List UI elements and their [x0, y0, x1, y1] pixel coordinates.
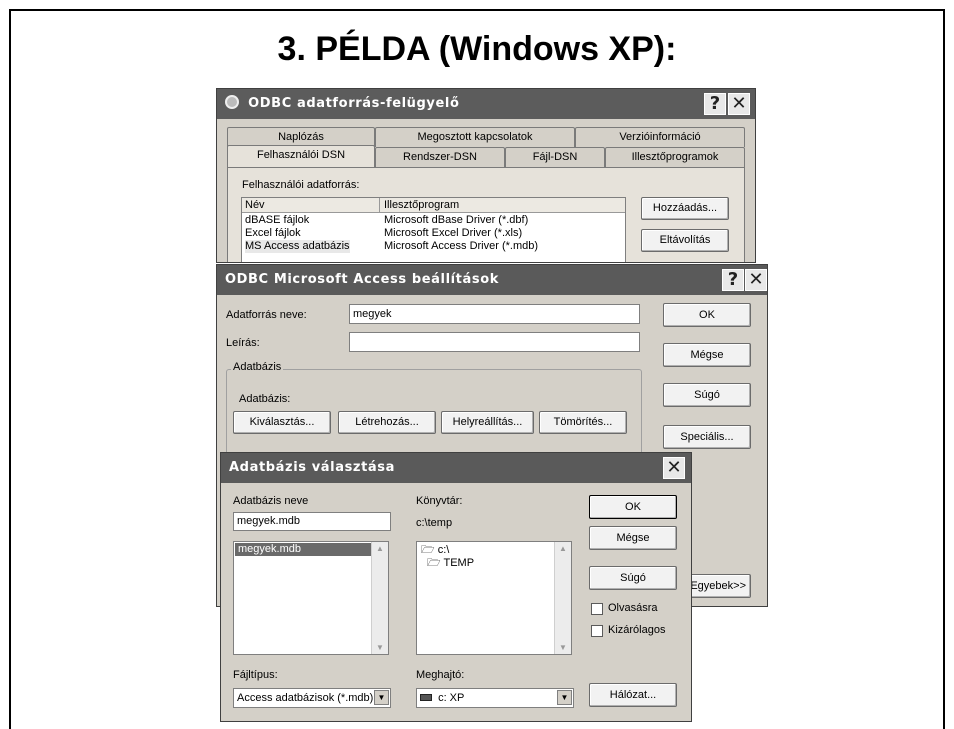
scroll-down-icon[interactable]: ▼ — [376, 643, 384, 652]
db-name-input[interactable]: megyek.mdb — [233, 512, 391, 531]
cancel-button[interactable]: Mégse — [663, 343, 751, 367]
ds-name-input[interactable]: megyek — [349, 304, 640, 324]
tab-felhasznaloi-dsn[interactable]: Felhasználói DSN — [227, 145, 375, 167]
exclusive-checkbox[interactable] — [591, 625, 603, 637]
add-button[interactable]: Hozzáadás... — [641, 197, 729, 220]
slide-title: 3. PÉLDA (Windows XP): — [277, 30, 677, 68]
create-button[interactable]: Létrehozás... — [338, 411, 436, 434]
access-setup-title: ODBC Microsoft Access beállítások — [225, 272, 499, 287]
file-list-scrollbar[interactable]: ▲ ▼ — [371, 542, 388, 654]
chevron-down-icon[interactable]: ▼ — [557, 690, 572, 705]
db-name-label: Adatbázis neve — [233, 495, 309, 507]
list-item[interactable]: 🗁 c:\ — [421, 544, 449, 557]
compact-button[interactable]: Tömörítés... — [539, 411, 627, 434]
dsn-list[interactable]: Név Illesztőprogram dBASE fájlok Microso… — [241, 197, 626, 262]
table-row[interactable]: Excel fájlok Microsoft Excel Driver (*.x… — [242, 227, 625, 240]
drive-label: Meghajtó: — [416, 669, 465, 681]
scroll-up-icon[interactable]: ▲ — [376, 544, 384, 553]
tab-rendszer-dsn[interactable]: Rendszer-DSN — [375, 147, 505, 167]
tab-naplozas[interactable]: Naplózás — [227, 127, 375, 147]
col-header-name[interactable]: Név — [245, 199, 265, 211]
col-divider — [379, 198, 380, 213]
drive-icon — [420, 694, 432, 701]
tab-megosztott[interactable]: Megosztott kapcsolatok — [375, 127, 575, 147]
list-item[interactable]: megyek.mdb — [235, 543, 371, 556]
file-type-select[interactable]: Access adatbázisok (*.mdb) ▼ — [233, 688, 391, 708]
database-label: Adatbázis: — [239, 393, 291, 405]
readonly-label: Olvasásra — [608, 602, 658, 614]
description-label: Leírás: — [226, 337, 260, 349]
close-icon[interactable]: ✕ — [728, 93, 750, 115]
ok-button[interactable]: OK — [663, 303, 751, 327]
folder-open-icon: 🗁 — [427, 557, 441, 569]
table-row[interactable]: dBASE fájlok Microsoft dBase Driver (*.d… — [242, 214, 625, 227]
ok-button[interactable]: OK — [589, 495, 677, 519]
user-ds-label: Felhasználói adatforrás: — [242, 179, 360, 191]
close-icon[interactable]: ✕ — [663, 457, 685, 479]
dir-label: Könyvtár: — [416, 495, 463, 507]
advanced-button[interactable]: Speciális... — [663, 425, 751, 449]
close-icon[interactable]: ✕ — [745, 269, 767, 291]
help-button[interactable]: Súgó — [589, 566, 677, 590]
tab-illesztoprogramok[interactable]: Illesztőprogramok — [605, 147, 745, 167]
database-group-caption: Adatbázis — [231, 361, 284, 373]
scroll-down-icon[interactable]: ▼ — [559, 643, 567, 652]
file-list[interactable]: megyek.mdb ▲ ▼ — [233, 541, 389, 655]
help-icon[interactable]: ? — [722, 269, 744, 291]
help-button[interactable]: Súgó — [663, 383, 751, 407]
cancel-button[interactable]: Mégse — [589, 526, 677, 550]
tab-verzio[interactable]: Verzióinformáció — [575, 127, 745, 147]
description-input[interactable] — [349, 332, 640, 352]
access-setup-titlebar[interactable]: ODBC Microsoft Access beállítások — [217, 265, 767, 295]
remove-button[interactable]: Eltávolítás — [641, 229, 729, 252]
drive-select[interactable]: c: XP ▼ — [416, 688, 574, 708]
dir-list-scrollbar[interactable]: ▲ ▼ — [554, 542, 571, 654]
dir-list[interactable]: 🗁 c:\ 🗁 TEMP ▲ ▼ — [416, 541, 572, 655]
chevron-down-icon[interactable]: ▼ — [374, 690, 389, 705]
readonly-checkbox[interactable] — [591, 603, 603, 615]
network-button[interactable]: Hálózat... — [589, 683, 677, 707]
scroll-up-icon[interactable]: ▲ — [559, 544, 567, 553]
odbc-admin-window: ODBC adatforrás-felügyelő ? ✕ Naplózás M… — [216, 88, 756, 263]
tab-fajl-dsn[interactable]: Fájl-DSN — [505, 147, 605, 167]
list-item[interactable]: 🗁 TEMP — [427, 557, 474, 570]
select-db-window: Adatbázis választása ✕ Adatbázis neve me… — [220, 452, 692, 722]
repair-button[interactable]: Helyreállítás... — [441, 411, 534, 434]
dir-value: c:\temp — [416, 517, 453, 529]
ds-name-label: Adatforrás neve: — [226, 309, 307, 321]
table-row[interactable]: MS Access adatbázis Microsoft Access Dri… — [242, 240, 625, 253]
folder-open-icon: 🗁 — [421, 544, 435, 556]
odbc-icon — [225, 95, 239, 109]
exclusive-label: Kizárólagos — [608, 624, 666, 636]
select-button[interactable]: Kiválasztás... — [233, 411, 331, 434]
odbc-admin-title: ODBC adatforrás-felügyelő — [248, 96, 460, 111]
select-db-titlebar[interactable]: Adatbázis választása — [221, 453, 691, 483]
list-header: Név Illesztőprogram — [242, 198, 625, 213]
select-db-title: Adatbázis választása — [229, 460, 395, 475]
odbc-admin-titlebar[interactable]: ODBC adatforrás-felügyelő — [217, 89, 755, 119]
help-icon[interactable]: ? — [704, 93, 726, 115]
file-type-label: Fájltípus: — [233, 669, 278, 681]
col-header-driver[interactable]: Illesztőprogram — [384, 199, 459, 211]
